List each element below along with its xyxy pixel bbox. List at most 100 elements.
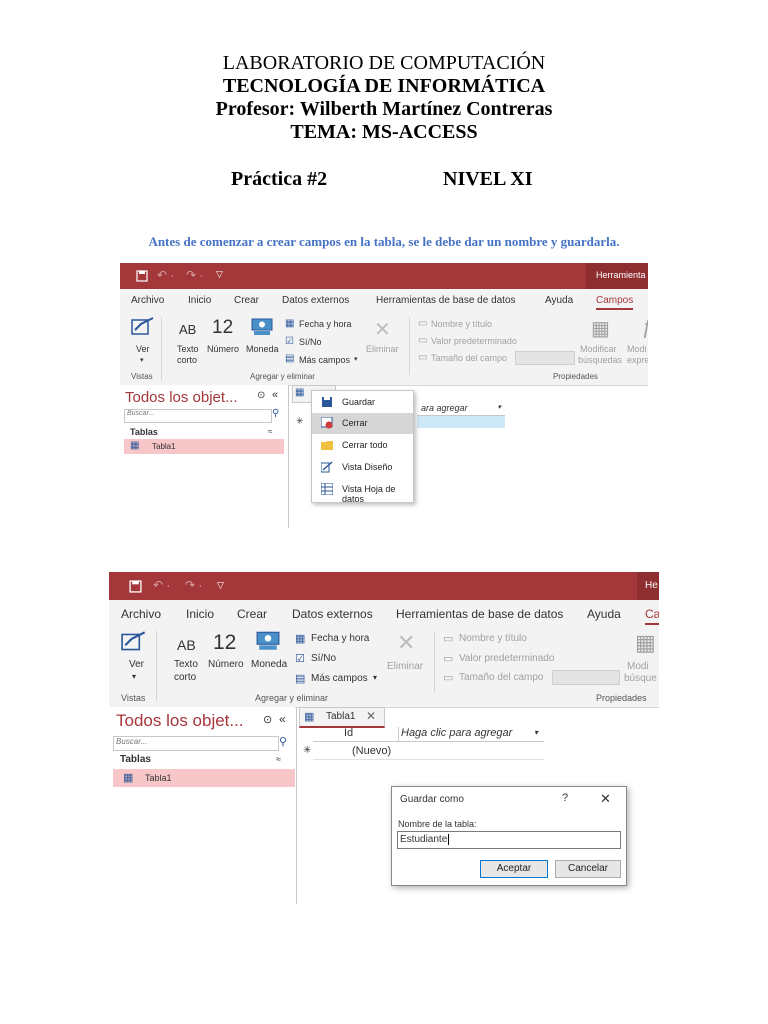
menu-item-vista-hoja[interactable]: Vista Hoja de datos <box>312 479 413 504</box>
collapse-group-icon[interactable]: ≈ <box>276 754 281 764</box>
yes-no-label[interactable]: Sí/No <box>311 653 336 664</box>
menu-item-vista-diseno[interactable]: Vista Diseño <box>312 457 413 478</box>
date-time-icon[interactable]: ▦ <box>295 632 305 645</box>
customize-icon[interactable]: ▽ <box>217 580 224 591</box>
cancel-button[interactable]: Cancelar <box>555 860 621 878</box>
field-size-input[interactable] <box>515 351 575 365</box>
tab-datos-externos[interactable]: Datos externos <box>292 607 373 621</box>
yes-no-icon[interactable]: ☑ <box>295 652 305 665</box>
currency-label[interactable]: Moneda <box>251 659 287 670</box>
delete-icon[interactable]: ✕ <box>397 630 415 656</box>
date-time-icon[interactable]: ▦ <box>285 318 294 329</box>
nav-title[interactable]: Todos los objet... <box>116 711 244 731</box>
redo-icon[interactable]: ↷ · <box>186 268 203 282</box>
view-dropdown-icon[interactable]: ▾ <box>140 356 144 364</box>
nav-title[interactable]: Todos los objet... <box>125 389 238 406</box>
field-size-label[interactable]: Tamaño del campo <box>431 353 507 363</box>
default-value-icon[interactable]: ▭ <box>443 652 453 665</box>
tab-ayuda[interactable]: Ayuda <box>545 295 573 306</box>
number-label[interactable]: Número <box>208 659 244 670</box>
text-field-icon[interactable]: AB <box>179 322 196 337</box>
text-field-icon[interactable]: AB <box>177 637 196 653</box>
search-input[interactable]: Buscar... <box>124 409 272 423</box>
selected-cell[interactable] <box>417 416 505 428</box>
short-text-label[interactable]: Texto <box>177 344 199 354</box>
field-size-label[interactable]: Tamaño del campo <box>459 672 544 683</box>
tab-inicio[interactable]: Inicio <box>188 295 211 306</box>
tab-crear[interactable]: Crear <box>234 295 259 306</box>
menu-item-cerrar-todo[interactable]: Cerrar todo <box>312 435 413 456</box>
number-icon[interactable]: 12 <box>213 631 236 655</box>
number-icon[interactable]: 12 <box>212 317 233 339</box>
more-fields-label[interactable]: Más campos <box>311 673 368 684</box>
nav-collapse-icon[interactable]: « <box>279 712 286 726</box>
column-header[interactable]: ara agregar ▾ <box>417 402 505 416</box>
field-size-icon[interactable]: ▭ <box>443 671 453 684</box>
save-icon[interactable] <box>136 270 148 282</box>
modify-lookups-icon[interactable]: ▦ <box>591 316 610 341</box>
currency-label[interactable]: Moneda <box>246 344 279 354</box>
date-time-label[interactable]: Fecha y hora <box>299 319 352 329</box>
default-value-label[interactable]: Valor predeterminado <box>431 336 517 346</box>
tab-campos[interactable]: Ca <box>645 607 659 625</box>
accept-button[interactable]: Aceptar <box>480 860 548 878</box>
nav-collapse-icon[interactable]: « <box>272 389 278 401</box>
currency-icon[interactable] <box>251 317 273 337</box>
delete-icon[interactable]: ✕ <box>374 317 391 342</box>
modify-lookups-label[interactable]: Modi <box>627 661 649 672</box>
collapse-group-icon[interactable]: ≈ <box>268 427 272 436</box>
save-icon[interactable] <box>129 580 142 593</box>
customize-icon[interactable]: ▽ <box>216 269 223 280</box>
tab-archivo[interactable]: Archivo <box>131 295 164 306</box>
default-value-icon[interactable]: ▭ <box>418 335 427 346</box>
doc-tab[interactable]: ▦ Tabla1 ✕ <box>299 707 385 728</box>
new-row-value[interactable]: (Nuevo) <box>352 745 391 757</box>
field-size-input[interactable] <box>552 670 620 685</box>
search-input[interactable]: Buscar... <box>113 736 279 751</box>
nav-group-tablas[interactable]: Tablas <box>130 427 158 437</box>
undo-icon[interactable]: ↶ · <box>153 578 170 592</box>
field-size-icon[interactable]: ▭ <box>418 352 427 363</box>
modify-lookups-label[interactable]: Modificar <box>580 344 617 354</box>
nav-group-tablas[interactable]: Tablas <box>120 754 151 765</box>
yes-no-label[interactable]: Sí/No <box>299 337 322 347</box>
nav-menu-icon[interactable]: ⊙ <box>263 713 272 726</box>
view-icon[interactable] <box>131 316 157 338</box>
name-caption-label[interactable]: Nombre y título <box>431 319 492 329</box>
column-dropdown-icon[interactable]: ▾ <box>534 728 538 737</box>
nav-menu-icon[interactable]: ⊙ <box>257 390 265 401</box>
delete-label[interactable]: Eliminar <box>366 344 399 354</box>
date-time-label[interactable]: Fecha y hora <box>311 633 369 644</box>
name-caption-icon[interactable]: ▭ <box>418 318 427 329</box>
name-caption-label[interactable]: Nombre y título <box>459 633 527 644</box>
tab-herramientas[interactable]: Herramientas de base de datos <box>376 295 516 306</box>
modify-expression-label[interactable]: Modi <box>627 344 647 354</box>
redo-icon[interactable]: ↷ · <box>185 578 202 592</box>
nav-item-tabla1[interactable]: ▦ Tabla1 <box>113 769 295 787</box>
delete-label[interactable]: Eliminar <box>387 661 423 672</box>
default-value-label[interactable]: Valor predeterminado <box>459 653 554 664</box>
short-text-label[interactable]: Texto <box>174 659 198 670</box>
column-header-id[interactable]: Id <box>313 727 399 742</box>
menu-item-cerrar[interactable]: Cerrar <box>312 413 413 434</box>
more-fields-icon[interactable]: ▤ <box>295 672 305 685</box>
tab-inicio[interactable]: Inicio <box>186 607 214 621</box>
close-icon[interactable]: ✕ <box>366 709 376 723</box>
tab-archivo[interactable]: Archivo <box>121 607 161 621</box>
more-fields-dropdown-icon[interactable]: ▾ <box>373 673 377 682</box>
expression-icon[interactable]: ƒ <box>641 316 648 339</box>
menu-item-guardar[interactable]: Guardar <box>312 392 413 413</box>
table-name-input[interactable]: Estudiante <box>397 831 621 849</box>
search-icon[interactable]: ⚲ <box>279 735 287 748</box>
tab-herramientas[interactable]: Herramientas de base de datos <box>396 607 563 621</box>
view-dropdown-icon[interactable]: ▾ <box>132 672 136 681</box>
view-button[interactable]: Ver <box>129 659 144 670</box>
name-caption-icon[interactable]: ▭ <box>443 632 453 645</box>
column-dropdown-icon[interactable]: ▾ <box>497 403 501 411</box>
more-fields-label[interactable]: Más campos <box>299 355 350 365</box>
tab-datos-externos[interactable]: Datos externos <box>282 295 349 306</box>
more-fields-dropdown-icon[interactable]: ▾ <box>354 355 358 363</box>
view-icon[interactable] <box>121 630 149 654</box>
nav-item-tabla1[interactable]: ▦ Tabla1 <box>124 439 284 454</box>
undo-icon[interactable]: ↶ · <box>157 268 174 282</box>
